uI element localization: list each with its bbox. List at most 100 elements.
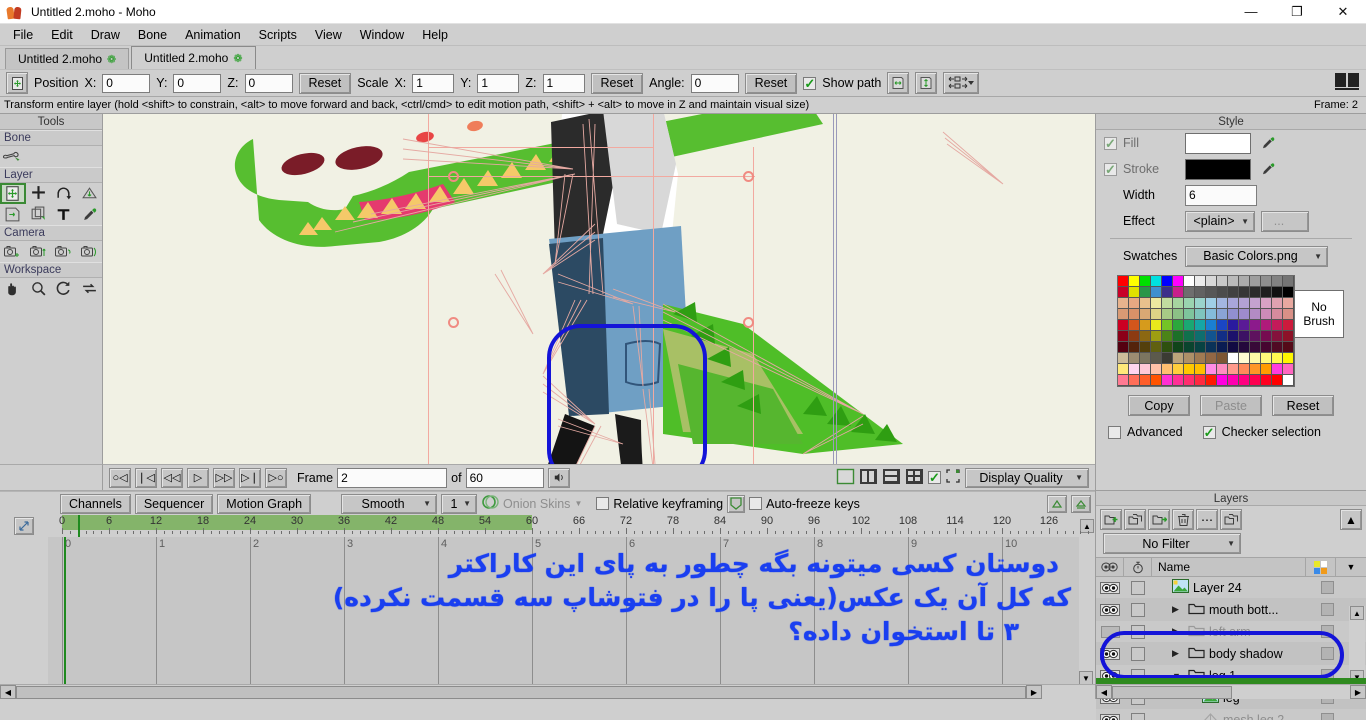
camera-pan-icon[interactable] xyxy=(77,241,103,262)
palette-swatch[interactable] xyxy=(1173,342,1184,353)
stroke-color-swatch[interactable] xyxy=(1185,158,1251,180)
effect-options-button[interactable]: ... xyxy=(1261,210,1309,232)
view-toggle-checkbox[interactable]: ✓ xyxy=(928,471,941,484)
layer-color-cell[interactable] xyxy=(1312,647,1342,660)
palette-swatch[interactable] xyxy=(1173,287,1184,298)
duplicate-layer-icon[interactable] xyxy=(1124,509,1146,530)
layer-keyframe-lock-toggle[interactable] xyxy=(1124,602,1152,617)
color-palette-grid[interactable] xyxy=(1117,275,1295,387)
palette-swatch[interactable] xyxy=(1228,375,1239,386)
total-frames-input[interactable]: 60 xyxy=(465,467,544,488)
palette-swatch[interactable] xyxy=(1250,309,1261,320)
select-bounds-icon[interactable] xyxy=(945,468,961,487)
palette-swatch[interactable] xyxy=(1250,375,1261,386)
palette-swatch[interactable] xyxy=(1272,342,1283,353)
layer-row[interactable]: ▶ left arm xyxy=(1096,621,1366,643)
palette-swatch[interactable] xyxy=(1250,298,1261,309)
palette-swatch[interactable] xyxy=(1228,298,1239,309)
layer-name-cell[interactable]: mesh leg 2 xyxy=(1152,712,1312,720)
layer-keyframe-lock-toggle[interactable] xyxy=(1124,580,1152,595)
palette-swatch[interactable] xyxy=(1118,342,1129,353)
palette-swatch[interactable] xyxy=(1118,298,1129,309)
palette-swatch[interactable] xyxy=(1140,364,1151,375)
palette-swatch[interactable] xyxy=(1118,320,1129,331)
palette-swatch[interactable] xyxy=(1118,331,1129,342)
palette-swatch[interactable] xyxy=(1195,353,1206,364)
palette-swatch[interactable] xyxy=(1206,353,1217,364)
chevron-up-icon[interactable]: ▲ xyxy=(1340,509,1362,530)
view-split-icon[interactable] xyxy=(882,468,901,488)
angle-reset-button[interactable]: Reset xyxy=(744,72,798,94)
swatches-dropdown[interactable]: Basic Colors.png ▼ xyxy=(1185,245,1328,267)
previous-keyframe-button[interactable]: ❘◁ xyxy=(135,467,157,488)
palette-swatch[interactable] xyxy=(1151,309,1162,320)
palette-swatch[interactable] xyxy=(1184,331,1195,342)
layer-row[interactable]: mesh leg 2 xyxy=(1096,709,1366,720)
palette-swatch[interactable] xyxy=(1283,298,1294,309)
palette-swatch[interactable] xyxy=(1272,320,1283,331)
text-T-icon[interactable] xyxy=(51,204,77,225)
flip-horizontal-icon[interactable] xyxy=(887,72,910,94)
palette-swatch[interactable] xyxy=(1195,375,1206,386)
palette-swatch[interactable] xyxy=(1151,364,1162,375)
layer-visibility-toggle[interactable] xyxy=(1096,603,1124,616)
palette-swatch[interactable] xyxy=(1206,331,1217,342)
palette-swatch[interactable] xyxy=(1184,375,1195,386)
palette-swatch[interactable] xyxy=(1118,276,1129,287)
palette-swatch[interactable] xyxy=(1217,342,1228,353)
display-quality-dropdown[interactable]: Display Quality ▼ xyxy=(965,467,1089,488)
scroll-up-icon[interactable] xyxy=(1047,494,1067,513)
palette-swatch[interactable] xyxy=(1228,342,1239,353)
palette-swatch[interactable] xyxy=(1151,287,1162,298)
palette-swatch[interactable] xyxy=(1239,342,1250,353)
paste-button[interactable]: Paste xyxy=(1200,395,1262,416)
palette-swatch[interactable] xyxy=(1140,342,1151,353)
palette-swatch[interactable] xyxy=(1129,320,1140,331)
layer-color-cell[interactable] xyxy=(1312,581,1342,594)
palette-swatch[interactable] xyxy=(1173,298,1184,309)
transform-layer-tool[interactable] xyxy=(0,183,26,204)
palette-swatch[interactable] xyxy=(1261,309,1272,320)
palette-swatch[interactable] xyxy=(1173,353,1184,364)
advanced-checkbox[interactable]: ✓ xyxy=(1108,425,1121,439)
fill-color-swatch[interactable] xyxy=(1185,132,1251,154)
shear-layer-tool[interactable] xyxy=(0,204,26,225)
palette-swatch[interactable] xyxy=(1129,298,1140,309)
layer-keyframe-lock-toggle[interactable] xyxy=(1124,646,1152,661)
palette-swatch[interactable] xyxy=(1217,331,1228,342)
close-button[interactable]: ✕ xyxy=(1320,0,1366,24)
scale-y-input[interactable]: 1 xyxy=(477,73,520,93)
palette-swatch[interactable] xyxy=(1162,276,1173,287)
menu-draw[interactable]: Draw xyxy=(82,26,129,44)
palette-swatch[interactable] xyxy=(1195,320,1206,331)
timeline-scroll-up-button[interactable]: ▲ xyxy=(1079,515,1095,537)
layer-row[interactable]: ▶ body shadow xyxy=(1096,643,1366,665)
palette-swatch[interactable] xyxy=(1217,276,1228,287)
auto-freeze-keys-checkbox[interactable]: ✓ xyxy=(749,497,763,510)
palette-swatch[interactable] xyxy=(1195,342,1206,353)
layer-color-cell[interactable] xyxy=(1312,713,1342,720)
new-group-icon[interactable] xyxy=(1148,509,1170,530)
frame-input[interactable]: 2 xyxy=(337,467,448,488)
layer-filter-dropdown[interactable]: No Filter ▼ xyxy=(1103,533,1241,554)
palette-swatch[interactable] xyxy=(1272,276,1283,287)
layers-origin-icon[interactable] xyxy=(26,204,52,225)
palette-swatch[interactable] xyxy=(1228,320,1239,331)
palette-swatch[interactable] xyxy=(1239,353,1250,364)
palette-swatch[interactable] xyxy=(1228,353,1239,364)
palette-swatch[interactable] xyxy=(1184,309,1195,320)
palette-swatch[interactable] xyxy=(1217,309,1228,320)
palette-swatch[interactable] xyxy=(1228,331,1239,342)
layer-name-cell[interactable]: ▶ body shadow xyxy=(1152,646,1312,662)
menu-bone[interactable]: Bone xyxy=(129,26,176,44)
palette-swatch[interactable] xyxy=(1217,375,1228,386)
palette-swatch[interactable] xyxy=(1162,320,1173,331)
hscroll-thumb[interactable] xyxy=(16,685,1026,699)
rewind-to-start-button[interactable]: ○◁ xyxy=(109,467,131,488)
palette-swatch[interactable] xyxy=(1173,364,1184,375)
palette-swatch[interactable] xyxy=(1118,309,1129,320)
palette-swatch[interactable] xyxy=(1250,342,1261,353)
palette-swatch[interactable] xyxy=(1206,364,1217,375)
speaker-icon[interactable] xyxy=(547,467,570,488)
position-z-input[interactable]: 0 xyxy=(244,73,293,93)
